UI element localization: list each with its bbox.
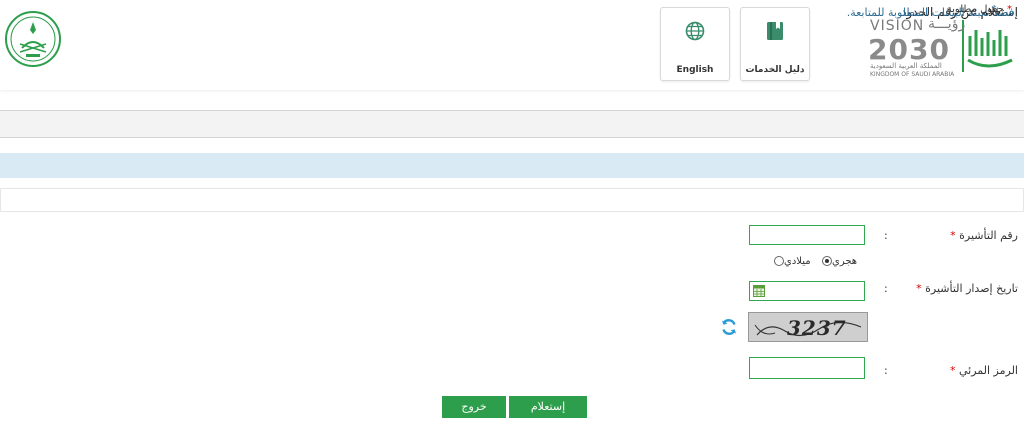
captcha-label: الرمز المرئي [958,364,1018,377]
globe-icon [685,21,705,41]
hijri-radio[interactable] [822,256,832,266]
issue-date-required-star: * [916,282,922,295]
captcha-label-row: الرمز المرئي * [950,364,1018,377]
issue-date-colon: : [884,282,888,295]
visa-number-colon: : [884,229,888,242]
book-icon [767,22,783,40]
gregorian-radio-option[interactable]: ميلادي [774,256,811,267]
gregorian-label: ميلادي [784,256,811,267]
issue-date-label: تاريخ إصدار التأشيرة [925,282,1018,295]
services-guide-button[interactable]: دليل الخدمات [740,7,810,81]
visa-number-label-row: رقم التأشيرة * [950,229,1018,242]
calendar-icon[interactable] [753,285,765,297]
kingdom-name-ar: المملكة العربية السعودية [870,62,942,70]
required-fields-box [0,188,1024,212]
english-language-button[interactable]: English [660,7,730,81]
visa-number-label: رقم التأشيرة [959,229,1018,242]
absher-logo [962,20,1013,72]
info-message-bar [0,153,1024,178]
visa-number-input[interactable] [749,225,865,245]
gregorian-radio[interactable] [774,256,784,266]
captcha-colon: : [884,364,888,377]
vision-text-en: VISION [870,18,925,34]
refresh-captcha-icon[interactable] [720,318,738,336]
kingdom-name-en: KINGDOM OF SAUDI ARABIA [870,71,955,78]
required-star: * [1007,4,1012,15]
visa-number-required-star: * [950,229,956,242]
required-fields-label: حقول مطلوبة [946,4,1004,15]
captcha-required-star: * [949,364,956,377]
inquiry-button[interactable]: إستعلام [509,396,587,418]
captcha-text: 3237 [787,316,847,340]
issue-date-label-row: تاريخ إصدار التأشيرة * [916,282,1018,295]
hijri-label: هجري [832,256,858,267]
ministry-emblem-logo [5,11,61,67]
hijri-radio-option[interactable]: هجري [822,256,857,267]
english-label: English [676,65,714,75]
exit-button[interactable]: خروج [442,396,506,418]
page-title-bar [0,110,1024,138]
services-guide-label: دليل الخدمات [745,65,805,75]
required-fields-note: * حقول مطلوبة [947,4,1012,15]
captcha-input[interactable] [749,357,865,379]
issue-date-input[interactable] [749,281,865,301]
captcha-image: 3237 [748,312,868,342]
